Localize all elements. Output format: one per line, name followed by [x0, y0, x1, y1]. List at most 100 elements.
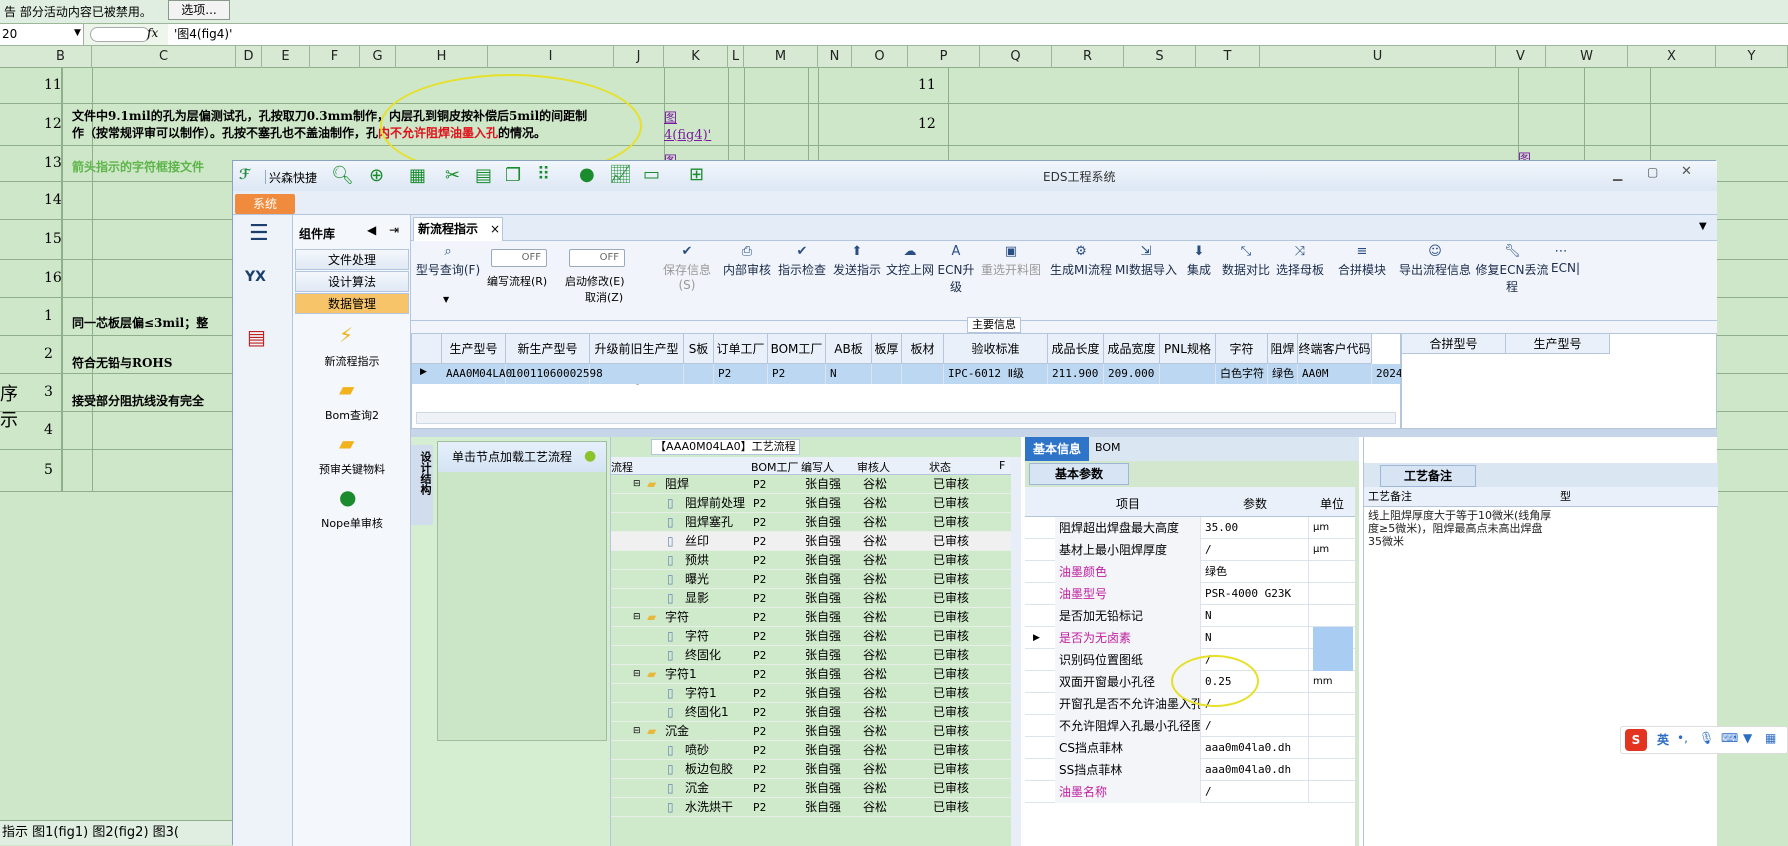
column-header[interactable]: G	[360, 46, 396, 68]
flow-header-cell[interactable]: 编写人	[801, 459, 834, 475]
column-header[interactable]: T	[1196, 46, 1260, 68]
column-header[interactable]: P	[908, 46, 980, 68]
column-header[interactable]: B	[30, 46, 92, 68]
column-header[interactable]: U	[1260, 46, 1496, 68]
column-header[interactable]: R	[1052, 46, 1124, 68]
flow-row[interactable]: ⊟ ▰ 沉金 P2 张自强 谷松 已审核	[611, 722, 1011, 741]
column-header[interactable]: N	[818, 46, 852, 68]
fig4-link[interactable]: 图 4(fig4)'	[664, 110, 711, 144]
splitter[interactable]	[411, 429, 1717, 437]
column-header[interactable]: Y	[1716, 46, 1788, 68]
column-header[interactable]: K	[664, 46, 728, 68]
expand-icon[interactable]: ⊟	[633, 608, 641, 627]
flow-row[interactable]: ⊟ ▰ 阻焊 P2 张自强 谷松 已审核	[611, 475, 1011, 494]
name-box[interactable]: 20	[0, 24, 84, 45]
grid-cell[interactable]	[684, 364, 714, 384]
grid-header[interactable]: 成品长度	[1048, 334, 1104, 364]
apps-icon[interactable]: ⠿	[537, 164, 550, 185]
param-row[interactable]: ▶ 是否为无卤素 N	[1025, 627, 1355, 649]
sogou-icon[interactable]: S	[1625, 729, 1647, 751]
user-icon[interactable]: ●	[579, 164, 595, 185]
param-value[interactable]: N	[1201, 605, 1309, 627]
param-row[interactable]: 油墨名称 /	[1025, 781, 1355, 803]
flow-row[interactable]: ▯ 字符1 P2 张自强 谷松 已审核	[611, 684, 1011, 703]
sheet-tabs-text[interactable]: 指示 图1(fig1) 图2(fig2) 图3(	[0, 825, 179, 840]
grid-hscroll[interactable]	[416, 412, 1396, 424]
flow-row[interactable]: ▯ 字符 P2 张自强 谷松 已审核	[611, 627, 1011, 646]
chart-icon[interactable]: 📈︎	[609, 164, 632, 185]
param-value[interactable]: /	[1201, 539, 1309, 561]
grid-cell[interactable]: 211.900	[1048, 364, 1104, 384]
flow-row[interactable]: ▯ 水洗烘干 P2 张自强 谷松 已审核	[611, 798, 1011, 817]
grid-header[interactable]: S板	[684, 334, 714, 364]
grid-cell[interactable]: 绿色	[1268, 364, 1298, 384]
param-row[interactable]: 是否加无铅标记 N	[1025, 605, 1355, 627]
flow-row[interactable]: ⊟ ▰ 字符 P2 张自强 谷松 已审核	[611, 608, 1011, 627]
column-header[interactable]: O	[852, 46, 908, 68]
flow-row[interactable]: ▯ 终固化1 P2 张自强 谷松 已审核	[611, 703, 1011, 722]
param-header-cell[interactable]: 参数	[1201, 495, 1309, 512]
keyboard-icon[interactable]: ⌨	[1721, 731, 1738, 745]
minimize-icon[interactable]: ▁	[1613, 167, 1622, 181]
tab-new-flow[interactable]: 新流程指示 ×	[413, 217, 503, 241]
flow-header-cell[interactable]: 状态	[929, 459, 951, 475]
grid-header[interactable]: 订单工厂	[714, 334, 768, 364]
grid-header[interactable]: PNL规格	[1160, 334, 1216, 364]
fx-icon[interactable]: fx	[147, 26, 158, 40]
param-value[interactable]: 35.00	[1201, 517, 1309, 539]
function-wizard-box[interactable]	[90, 27, 150, 42]
grid-cell[interactable]: 2024	[1372, 364, 1403, 384]
grid-header[interactable]: 终端客户代码	[1298, 334, 1372, 364]
param-value[interactable]: aaa0m04la0.dh	[1201, 737, 1309, 759]
collapse-icon[interactable]: ◀	[367, 223, 376, 237]
param-header-cell[interactable]: 项目	[1055, 495, 1201, 512]
column-header[interactable]: Q	[980, 46, 1052, 68]
grid-header[interactable]: 升级前旧生产型号	[590, 334, 684, 386]
column-header[interactable]: M	[744, 46, 818, 68]
tab-basic-info[interactable]: 基本信息	[1025, 437, 1089, 461]
grid-header[interactable]: 新生产型号	[506, 334, 590, 364]
param-value[interactable]: /	[1201, 715, 1309, 737]
column-header[interactable]: I	[488, 46, 614, 68]
grid-cell[interactable]: 10011060002598	[506, 364, 603, 384]
param-row[interactable]: CS挡点菲林 aaa0m04la0.dh	[1025, 737, 1355, 759]
punct-icon[interactable]: •,	[1677, 731, 1688, 745]
param-value[interactable]: PSR-4000 G23K	[1201, 583, 1309, 605]
grid-cell[interactable]: 209.000	[1104, 364, 1160, 384]
grid-cell[interactable]	[902, 364, 944, 384]
param-row[interactable]: 油墨颜色 绿色	[1025, 561, 1355, 583]
hint-box[interactable]: 单击节点加载工艺流程 ●	[437, 441, 607, 741]
mic-icon[interactable]: 🎙︎	[1699, 731, 1714, 745]
param-row[interactable]: 阻焊超出焊盘最大高度 35.00 μm	[1025, 517, 1355, 539]
grid-header[interactable]: 阻焊	[1268, 334, 1298, 364]
flow-row[interactable]: ▯ 丝印 P2 张自强 谷松 已审核	[611, 532, 1011, 551]
param-row[interactable]: SS挡点菲林 aaa0m04la0.dh	[1025, 759, 1355, 781]
group-item-3[interactable]: Nope单审核	[293, 515, 411, 531]
group-item-1[interactable]: Bom查询2	[293, 407, 411, 423]
menu-icon[interactable]: ☰	[249, 221, 269, 246]
calculator-icon[interactable]: ▤	[247, 325, 266, 349]
expand-icon[interactable]: ⊟	[633, 665, 641, 684]
remark-text[interactable]: 线上阻焊厚度大于等于10微米(线角厚度≥5微米)，阻焊最高点未高出焊盘35微米	[1368, 509, 1556, 548]
param-row[interactable]: 基材上最小阻焊厚度 / μm	[1025, 539, 1355, 561]
grid-header[interactable]: AB板	[826, 334, 872, 364]
column-header[interactable]: D	[236, 46, 262, 68]
column-header[interactable]: E	[262, 46, 310, 68]
column-header[interactable]: V	[1496, 46, 1546, 68]
grid-cell[interactable]: 白色字符	[1216, 364, 1268, 384]
grid-header[interactable]: BOM工厂	[768, 334, 826, 364]
param-header-cell[interactable]: 单位	[1309, 495, 1355, 512]
column-header[interactable]: W	[1546, 46, 1628, 68]
flow-row[interactable]: ▯ 阻焊前处理 P2 张自强 谷松 已审核	[611, 494, 1011, 513]
grid-header[interactable]: 成品宽度	[1104, 334, 1160, 364]
expand-icon[interactable]: ⊟	[633, 722, 641, 741]
flow-header-cell[interactable]: 审核人	[857, 459, 890, 475]
param-value[interactable]: N	[1201, 627, 1309, 649]
lifebuoy-icon[interactable]: ⊕	[369, 165, 384, 186]
merge-header[interactable]: 生产型号	[1506, 334, 1610, 354]
yx-logo-icon[interactable]: YX	[245, 269, 266, 285]
grid-cell[interactable]: IPC-6012 Ⅱ级	[944, 364, 1048, 384]
grid-header[interactable]: 生产型号	[442, 334, 506, 364]
group-2[interactable]: 数据管理	[295, 293, 409, 314]
vertical-tab[interactable]: 设计结构	[411, 445, 433, 525]
